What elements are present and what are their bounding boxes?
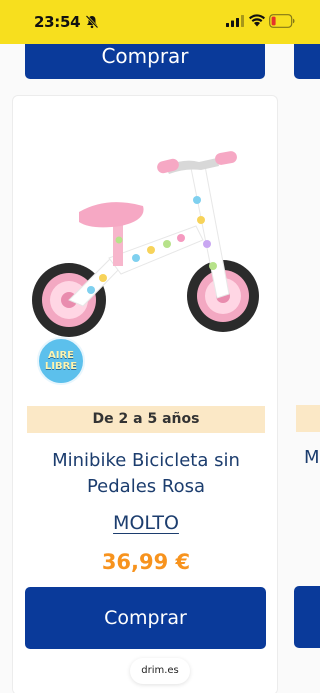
status-bar: 23:54 (0, 0, 320, 44)
product-title[interactable]: Minibike Bicicleta sin Pedales Rosa (27, 448, 265, 500)
product-price: 36,99 € (101, 550, 191, 574)
buy-button-next[interactable] (294, 586, 320, 648)
url-bar[interactable]: drim.es (130, 658, 190, 684)
aire-libre-badge: AIRE LIBRE (37, 337, 85, 385)
battery-low-icon (269, 14, 295, 28)
product-image[interactable] (21, 108, 271, 358)
product-card[interactable]: AIRE LIBRE De 2 a 5 años Minibike Bicicl… (12, 95, 278, 693)
buy-button-previous-right[interactable] (294, 44, 320, 79)
badge-line1: AIRE (48, 350, 74, 361)
signal-icon (226, 15, 244, 27)
product-title-next[interactable]: M (304, 447, 320, 468)
buy-button-previous[interactable]: Comprar (25, 44, 265, 79)
page-content: Comprar AIRE LIBRE De 2 a 5 años Minibik… (0, 44, 320, 693)
age-range-label-next (296, 405, 320, 432)
brand-link[interactable]: MOLTO (27, 512, 265, 534)
status-time: 23:54 (34, 13, 81, 31)
age-range-label: De 2 a 5 años (27, 406, 265, 433)
product-card-next[interactable]: M (290, 95, 320, 693)
wifi-icon (249, 14, 265, 27)
buy-button[interactable]: Comprar (25, 587, 266, 649)
bell-slash-icon (85, 15, 99, 29)
badge-line2: LIBRE (44, 361, 78, 372)
